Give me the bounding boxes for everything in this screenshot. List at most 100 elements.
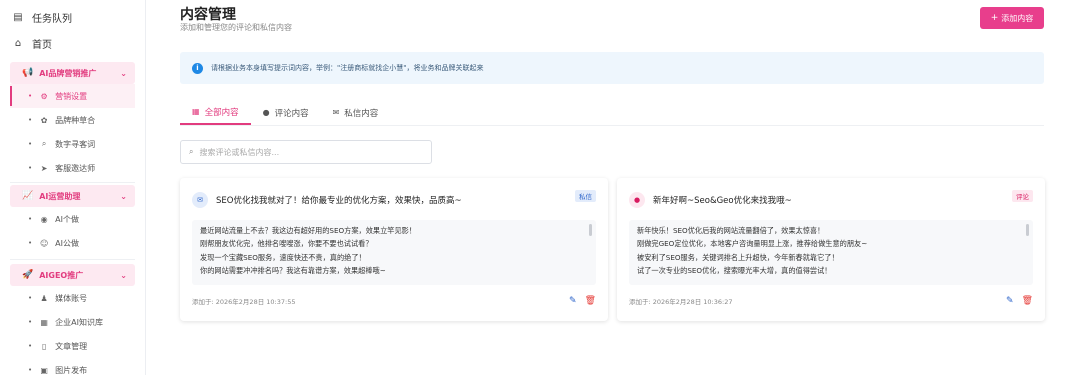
- user-circle-icon: ◉: [40, 214, 48, 224]
- sidebar-group-label: AI运营助理: [39, 191, 81, 201]
- chevron-down-icon: ⌄: [120, 68, 127, 78]
- sidebar-item-home[interactable]: ⌂ 首页: [0, 30, 145, 56]
- content-line: 试了一次专业的SEO优化，搜索曝光率大增，真的值得尝试！: [637, 265, 832, 275]
- edit-icon[interactable]: ✎: [1006, 296, 1014, 306]
- search-icon: ⌕: [189, 147, 194, 156]
- list-icon: ▤: [13, 11, 23, 23]
- users-icon: ☺: [39, 238, 49, 248]
- edit-icon[interactable]: ✎: [569, 296, 577, 306]
- sidebar-group-brand: 📢 AI品牌营销推广 ⌄ • ⚙ 营销设置 • ✿ 品牌种草合 • ⌕ 数字寻客…: [10, 62, 135, 180]
- delete-icon[interactable]: 🗑: [1022, 296, 1033, 306]
- card-footer: 添加于: 2026年2月28日 10:36:27 ✎ 🗑: [629, 295, 1033, 307]
- content-tabs: ▦ 全部内容 ● 评论内容 ✉ 私信内容: [180, 100, 1044, 126]
- bullet-icon: •: [28, 366, 33, 374]
- sidebar-item-label: 图片发布: [55, 365, 88, 375]
- scrollbar[interactable]: [589, 224, 592, 236]
- sidebar-item-label: AI个做: [55, 214, 79, 224]
- sidebar-item-ai-public[interactable]: • ☺ AI公做: [10, 231, 135, 255]
- sidebar-group-head-ops[interactable]: 📈 AI运营助理 ⌄: [10, 185, 135, 207]
- sidebar-group-head-geo[interactable]: 🚀 AIGEO推广 ⌄: [10, 264, 135, 286]
- bullet-icon: •: [28, 318, 33, 326]
- mail-icon: ✉: [332, 108, 340, 117]
- added-time: 添加于: 2026年2月28日 10:36:27: [629, 298, 733, 306]
- home-icon: ⌂: [14, 37, 22, 49]
- sidebar-item-label: 媒体账号: [55, 293, 88, 303]
- bullet-icon: •: [28, 140, 33, 148]
- bullet-icon: •: [28, 92, 33, 100]
- tab-label: 全部内容: [204, 107, 239, 118]
- mail-icon: ✉: [192, 192, 208, 208]
- seedling-icon: ✿: [40, 115, 48, 125]
- megaphone-icon: 📢: [22, 68, 34, 78]
- grid-icon: ▦: [192, 107, 200, 116]
- sidebar-item-label: 客服邀达师: [55, 163, 96, 173]
- divider: [10, 182, 135, 183]
- page-subtitle: 添加和管理您的评论和私信内容: [180, 23, 292, 32]
- sidebar-item-knowledge-base[interactable]: • ▦ 企业AI知识库: [10, 310, 135, 334]
- content-line: 最近网站流量上不去？我这边有超好用的SEO方案，效果立竿见影！: [200, 226, 417, 235]
- scrollbar[interactable]: [1026, 224, 1029, 236]
- sidebar-item-media-accounts[interactable]: • ♟ 媒体账号: [10, 286, 135, 310]
- sidebar-item-image-publish[interactable]: • ▣ 图片发布: [10, 358, 135, 375]
- gear-icon: ⚙: [40, 91, 48, 101]
- card-footer: 添加于: 2026年2月28日 10:37:55 ✎ 🗑: [192, 295, 596, 307]
- tab-label: 评论内容: [274, 108, 309, 119]
- added-time: 添加于: 2026年2月28日 10:37:55: [192, 298, 296, 306]
- sidebar-item-task-queue[interactable]: ▤ 任务队列: [0, 4, 145, 30]
- sidebar-item-label: 首页: [32, 39, 52, 51]
- chevron-down-icon: ⌄: [120, 270, 127, 280]
- sidebar-item-ai-personal[interactable]: • ◉ AI个做: [10, 207, 135, 231]
- content-line: 刚做完GEO定位优化，本地客户咨询量明显上涨，推荐给做生意的朋友~: [637, 239, 868, 249]
- bullet-icon: •: [28, 116, 33, 124]
- sidebar: ▤ 任务队列 ⌂ 首页 📢 AI品牌营销推广 ⌄ • ⚙ 营销设置 • ✿ 品牌…: [0, 0, 146, 375]
- card-body: 新年快乐！SEO优化后我的网站流量翻倍了，效果太惊喜！ 刚做完GEO定位优化，本…: [629, 220, 1033, 285]
- chevron-down-icon: ⌄: [120, 191, 127, 201]
- document-icon: ▯: [41, 341, 47, 351]
- add-content-label: 添加内容: [1001, 13, 1034, 23]
- card-title: SEO优化找我就对了！给你最专业的优化方案，效果快，品质高~: [216, 196, 462, 206]
- sidebar-item-label: 任务队列: [32, 13, 72, 25]
- content-card: ✉ SEO优化找我就对了！给你最专业的优化方案，效果快，品质高~ 私信 最近网站…: [180, 178, 608, 321]
- sidebar-group-ops: 📈 AI运营助理 ⌄ • ◉ AI个做 • ☺ AI公做: [10, 185, 135, 255]
- sidebar-item-label: AI公做: [55, 238, 79, 248]
- add-content-button[interactable]: + 添加内容: [980, 7, 1044, 29]
- type-badge: 评论: [1012, 190, 1033, 202]
- sidebar-item-marketing-settings[interactable]: • ⚙ 营销设置: [10, 84, 135, 108]
- content-line: 刚帮朋友优化完，他排名嗖嗖涨，你要不要也试试看？: [200, 239, 373, 249]
- send-icon: ➤: [40, 163, 48, 173]
- comment-icon: ●: [629, 192, 645, 208]
- sidebar-item-label: 文章管理: [55, 341, 88, 351]
- sidebar-item-brand-seeding[interactable]: • ✿ 品牌种草合: [10, 108, 135, 132]
- plus-icon: +: [990, 13, 999, 23]
- main-content: 内容管理 添加和管理您的评论和私信内容 + 添加内容 i 请根据业务本身填写提示…: [146, 0, 1080, 375]
- info-text: 请根据业务本身填写提示词内容，举例："注册商标就找企小慧"，将业务和品牌关联起来: [211, 64, 484, 72]
- tab-all-content[interactable]: ▦ 全部内容: [180, 100, 251, 125]
- tab-private-messages[interactable]: ✉ 私信内容: [321, 100, 391, 125]
- search-icon: ⌕: [41, 139, 47, 148]
- image-icon: ▣: [40, 365, 48, 375]
- tab-comments[interactable]: ● 评论内容: [251, 100, 321, 125]
- sidebar-group-head-brand[interactable]: 📢 AI品牌营销推广 ⌄: [10, 62, 135, 84]
- search-box: ⌕: [180, 140, 432, 164]
- bullet-icon: •: [28, 294, 33, 302]
- card-title: 新年好啊~Seo&Geo优化来找我哦~: [653, 196, 792, 206]
- sidebar-group-geo: 🚀 AIGEO推广 ⌄ • ♟ 媒体账号 • ▦ 企业AI知识库 • ▯ 文章管…: [10, 264, 135, 375]
- content-line: 你的网站需要冲冲排名吗？我这有靠谱方案，效果超棒哦~: [200, 265, 386, 275]
- content-card: ● 新年好啊~Seo&Geo优化来找我哦~ 评论 新年快乐！SEO优化后我的网站…: [617, 178, 1045, 321]
- page-title: 内容管理: [180, 7, 236, 23]
- sidebar-item-digital-keywords[interactable]: • ⌕ 数字寻客词: [10, 132, 135, 156]
- sidebar-item-label: 数字寻客词: [55, 139, 96, 149]
- tab-label: 私信内容: [344, 108, 379, 119]
- sidebar-group-label: AI品牌营销推广: [39, 68, 97, 78]
- sidebar-item-articles[interactable]: • ▯ 文章管理: [10, 334, 135, 358]
- person-icon: ♟: [40, 293, 48, 303]
- card-body: 最近网站流量上不去？我这边有超好用的SEO方案，效果立竿见影！ 刚帮朋友优化完，…: [192, 220, 596, 285]
- sidebar-item-customer-service[interactable]: • ➤ 客服邀达师: [10, 156, 135, 180]
- delete-icon[interactable]: 🗑: [585, 296, 596, 306]
- search-input[interactable]: [199, 147, 420, 157]
- type-badge: 私信: [575, 190, 596, 202]
- card-actions: ✎ 🗑: [569, 296, 596, 306]
- app-root: ▤ 任务队列 ⌂ 首页 📢 AI品牌营销推广 ⌄ • ⚙ 营销设置 • ✿ 品牌…: [0, 0, 1080, 375]
- card-header: ✉ SEO优化找我就对了！给你最专业的优化方案，效果快，品质高~: [192, 190, 596, 210]
- card-header: ● 新年好啊~Seo&Geo优化来找我哦~: [629, 190, 1033, 210]
